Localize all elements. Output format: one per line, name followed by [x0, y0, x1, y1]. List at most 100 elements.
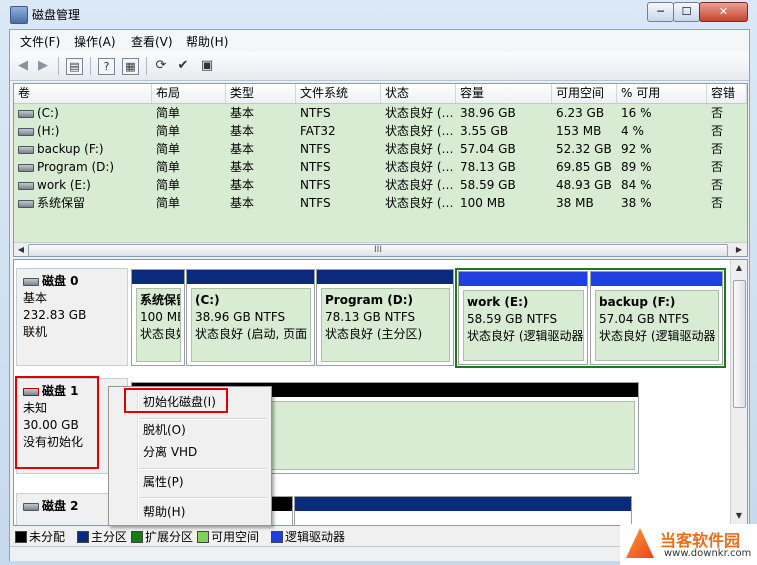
table-cell: 58.59 GB: [460, 178, 516, 192]
table-cell: 基本: [230, 196, 255, 210]
table-row[interactable]: Program (D:) 简单 基本 NTFS 状态良好 (… 78.13 GB 69.85…: [14, 158, 747, 176]
table-cell: 否: [711, 160, 724, 174]
column-header[interactable]: 容量: [456, 84, 552, 103]
scroll-right-icon[interactable]: ▶: [733, 244, 745, 256]
export-icon[interactable]: ▣: [198, 57, 216, 75]
partition-e[interactable]: work (E:) 58.59 GB NTFS 状态良好 (逻辑驱动器: [458, 271, 588, 365]
partition-size: 100 MB: [140, 310, 181, 324]
partition-size: 58.59 GB NTFS: [467, 312, 558, 326]
vertical-scrollbar[interactable]: ▲ ▼: [730, 260, 747, 525]
table-cell: 52.32 GB: [556, 142, 612, 156]
partition-status: 状态良好 (逻辑驱动器: [599, 329, 716, 343]
menu-detach-vhd[interactable]: 分离 VHD: [143, 444, 197, 460]
disk-0-name: 磁盘 0: [23, 273, 127, 290]
table-cell: 简单: [156, 142, 181, 156]
volume-name: backup (F:): [37, 142, 104, 156]
table-row[interactable]: 系统保留 简单 基本 NTFS 状态良好 (… 100 MB 38 MB 38 % 否: [14, 194, 747, 212]
partition-size: 57.04 GB NTFS: [599, 312, 690, 326]
partition-details: 系统保留 100 MB 状态良好: [136, 288, 181, 362]
column-header[interactable]: 可用空间: [552, 84, 617, 103]
forward-icon[interactable]: ▶: [34, 57, 52, 75]
back-icon[interactable]: ◀: [14, 57, 32, 75]
menu-offline[interactable]: 脱机(O): [143, 422, 186, 438]
menu-help[interactable]: 帮助(H): [186, 33, 228, 50]
column-header[interactable]: 容错: [707, 84, 747, 103]
column-header[interactable]: % 可用: [617, 84, 707, 103]
title-bar: 磁盘管理 ─ ☐ ✕: [0, 0, 757, 28]
volume-list: 卷布局 类型 文件系统 状态 容量 可用空间% 可用 容错 (C:) 简单 基本 NTFS 状态良好…: [13, 83, 748, 257]
primary-partition-bar: [132, 270, 184, 284]
menu-separator: [139, 468, 267, 470]
table-cell: 状态良好 (…: [385, 124, 454, 138]
table-row[interactable]: (H:) 简单 基本 FAT32 状态良好 (… 3.55 GB 153 MB 4 % 否: [14, 122, 747, 140]
table-cell: NTFS: [300, 160, 331, 174]
table-row[interactable]: (C:) 简单 基本 NTFS 状态良好 (… 38.96 GB 6.23 GB 16 % 否: [14, 104, 747, 122]
partition-system-reserved[interactable]: 系统保留 100 MB 状态良好: [131, 269, 185, 366]
column-header[interactable]: 布局: [152, 84, 226, 103]
table-cell: 简单: [156, 160, 181, 174]
table-cell: 38 MB: [556, 196, 594, 210]
close-button[interactable]: ✕: [699, 2, 748, 22]
menu-help[interactable]: 帮助(H): [143, 504, 185, 520]
table-cell: 否: [711, 142, 724, 156]
disk-0-size: 232.83 GB: [23, 308, 87, 322]
partition-f[interactable]: backup (F:) 57.04 GB NTFS 状态良好 (逻辑驱动器: [590, 271, 723, 365]
partition-c[interactable]: (C:) 38.96 GB NTFS 状态良好 (启动, 页面: [186, 269, 315, 366]
menu-action[interactable]: 操作(A): [74, 33, 116, 50]
partition-details: Program (D:) 78.13 GB NTFS 状态良好 (主分区): [321, 288, 450, 362]
volume-name: work (E:): [37, 178, 91, 192]
table-cell: 基本: [230, 160, 255, 174]
maximize-button[interactable]: ☐: [673, 2, 700, 22]
table-cell: 153 MB: [556, 124, 602, 138]
scroll-thumb[interactable]: [733, 280, 746, 408]
console-tree-icon[interactable]: ▤: [66, 58, 83, 75]
toolbar-separator: [90, 57, 91, 75]
scroll-up-icon[interactable]: ▲: [733, 262, 745, 274]
legend-label: 主分区: [91, 530, 128, 544]
scroll-down-icon[interactable]: ▼: [733, 510, 745, 522]
menu-view[interactable]: 查看(V): [131, 33, 173, 50]
legend-label: 逻辑驱动器: [285, 530, 346, 544]
scroll-left-icon[interactable]: ◀: [15, 244, 27, 256]
disk-2-partition-2[interactable]: [294, 496, 632, 525]
disk-0-label[interactable]: 磁盘 0 基本 232.83 GB 联机: [16, 268, 128, 366]
properties-icon[interactable]: ▦: [122, 58, 139, 75]
horizontal-scrollbar[interactable]: ◀ III ▶: [14, 242, 747, 256]
logical-drive-bar: [459, 272, 587, 286]
table-row[interactable]: backup (F:) 简单 基本 NTFS 状态良好 (… 57.04 GB 52.32 …: [14, 140, 747, 158]
column-header[interactable]: 类型: [226, 84, 296, 103]
menu-file[interactable]: 文件(F): [20, 33, 60, 50]
table-row[interactable]: work (E:) 简单 基本 NTFS 状态良好 (… 58.59 GB 48.93 GB…: [14, 176, 747, 194]
table-cell: 57.04 GB: [460, 142, 516, 156]
table-cell: 否: [711, 178, 724, 192]
table-cell: 状态良好 (…: [385, 106, 454, 120]
table-cell: 基本: [230, 124, 255, 138]
partition-d[interactable]: Program (D:) 78.13 GB NTFS 状态良好 (主分区): [316, 269, 454, 366]
table-cell: 48.93 GB: [556, 178, 612, 192]
scroll-thumb[interactable]: III: [28, 244, 728, 256]
column-header[interactable]: 文件系统: [296, 84, 381, 103]
table-cell: 否: [711, 196, 724, 210]
table-cell: Program (D:): [14, 158, 152, 176]
menu-separator: [139, 418, 267, 420]
refresh-icon[interactable]: ⟳: [152, 57, 170, 75]
table-cell: 简单: [156, 196, 181, 210]
table-cell: NTFS: [300, 196, 331, 210]
table-cell: 6.23 GB: [556, 106, 605, 120]
table-cell: backup (F:): [14, 140, 152, 158]
table-cell: 状态良好 (…: [385, 196, 454, 210]
help-icon[interactable]: ?: [98, 58, 115, 75]
column-header[interactable]: 状态: [381, 84, 456, 103]
table-cell: 3.55 GB: [460, 124, 509, 138]
brand-logo-icon: [626, 528, 654, 558]
drive-icon: [18, 127, 34, 136]
menu-properties[interactable]: 属性(P): [143, 474, 184, 490]
table-cell: NTFS: [300, 142, 331, 156]
table-cell: 基本: [230, 178, 255, 192]
partition-name: work (E:): [467, 295, 529, 309]
column-header[interactable]: 卷: [14, 84, 152, 103]
table-cell: 状态良好 (…: [385, 142, 454, 156]
settings-icon[interactable]: ✔: [174, 57, 192, 75]
minimize-button[interactable]: ─: [647, 2, 674, 22]
partition-status: 状态良好 (逻辑驱动器: [467, 329, 584, 343]
